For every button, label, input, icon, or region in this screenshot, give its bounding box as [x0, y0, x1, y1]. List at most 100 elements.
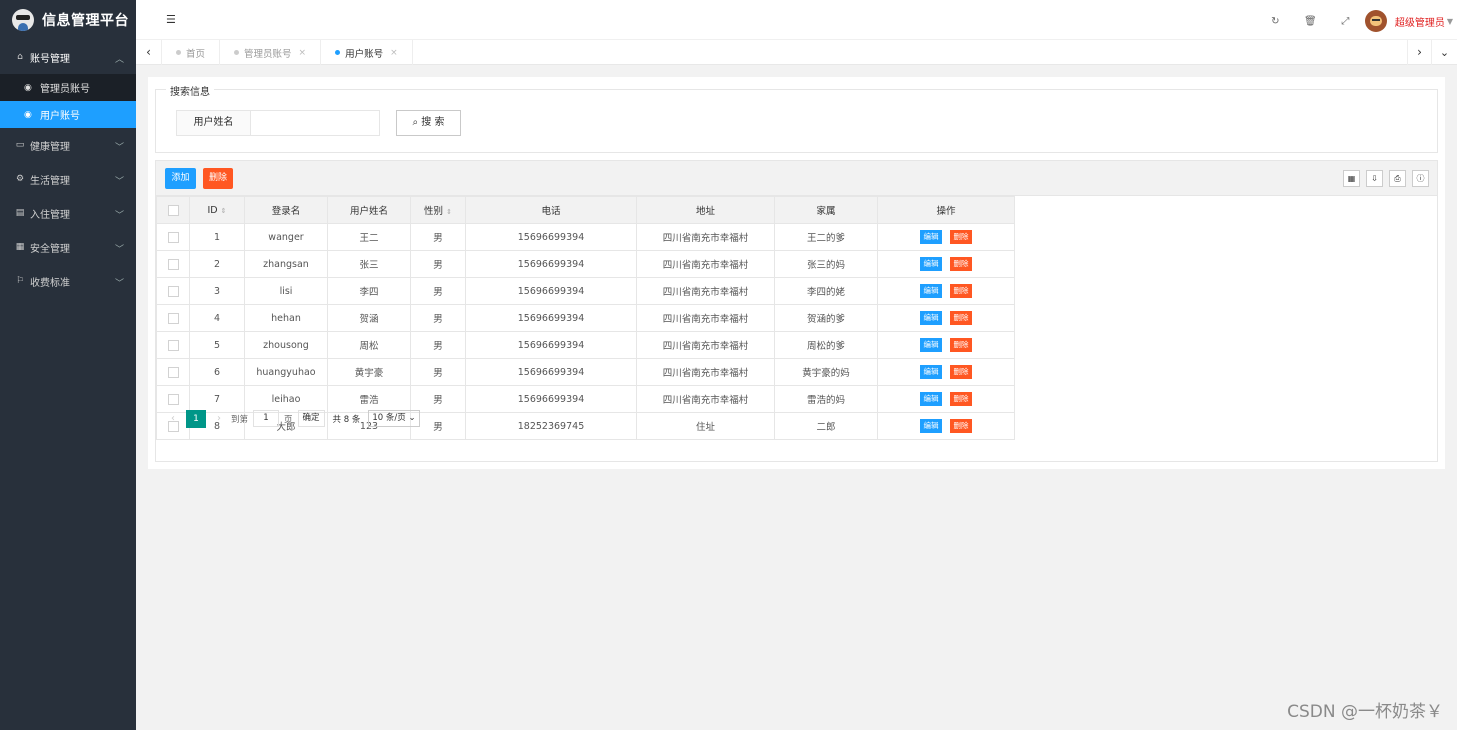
row-checkbox[interactable] [167, 312, 179, 324]
tabs-next-button[interactable]: › [1407, 40, 1431, 65]
delete-button[interactable]: 删除 [950, 365, 972, 379]
delete-button[interactable]: 删除 [950, 284, 972, 298]
sidebar-item-checkin[interactable]: ▤ 入住管理 ﹀ [0, 196, 136, 230]
table-row[interactable]: 6 huangyuhao 黄宇豪男 15696699394 四川省南充市幸福村 黄宇豪的妈… [156, 358, 1015, 386]
cell-id: 6 [189, 358, 245, 386]
cell-name: 黄宇豪 [327, 358, 411, 386]
cell-phone: 15696699394 [465, 223, 637, 251]
sort-icon[interactable]: ⇕ [221, 207, 227, 215]
pager-goto-input[interactable]: 1 [253, 410, 280, 427]
edit-button[interactable]: 编辑 [920, 311, 942, 325]
edit-button[interactable]: 编辑 [920, 257, 942, 271]
tab-user-account[interactable]: 用户账号 × [321, 40, 413, 65]
column-header-gender[interactable]: 性别 ⇕ [410, 196, 466, 224]
dashboard-icon: ◉ [24, 109, 32, 120]
cell-id: 2 [189, 250, 245, 278]
sidebar-item-life[interactable]: ⚙ 生活管理 ﹀ [0, 162, 136, 196]
cell-actions: 编辑 删除 [877, 304, 1015, 332]
sidebar-item-label: 收费标准 [30, 277, 70, 289]
dashboard-icon: ◉ [24, 82, 32, 93]
delete-button[interactable]: 删除 [950, 338, 972, 352]
sidebar-subitem-user-account[interactable]: ◉ 用户账号 [0, 101, 136, 128]
pager-next-icon[interactable]: › [212, 413, 226, 424]
fullscreen-icon[interactable]: ⤢ [1328, 16, 1363, 27]
add-button[interactable]: 添加 [165, 168, 196, 189]
close-icon[interactable]: × [299, 48, 307, 58]
edit-button[interactable]: 编辑 [920, 338, 942, 352]
user-name[interactable]: 超级管理员 [1395, 14, 1445, 29]
tab-dot [176, 50, 181, 55]
print-icon[interactable]: ⎙ [1389, 170, 1406, 187]
tabs-prev-button[interactable]: ‹ [136, 40, 162, 65]
close-icon[interactable]: × [390, 48, 398, 58]
cell-id: 5 [189, 331, 245, 359]
sidebar-item-fees[interactable]: ⚐ 收费标准 ﹀ [0, 264, 136, 298]
caret-down-icon[interactable]: ▼ [1447, 17, 1453, 26]
tabs-more-button[interactable]: ⌄ [1431, 40, 1457, 65]
table-row[interactable]: 5 zhousong 周松男 15696699394 四川省南充市幸福村 周松的爹 编辑 删除 [156, 331, 1015, 359]
cell-gender: 男 [410, 304, 466, 332]
tab-home[interactable]: 首页 [162, 40, 221, 65]
pager-confirm-button[interactable]: 确定 [297, 410, 325, 427]
info-icon[interactable]: ⓘ [1412, 170, 1429, 187]
sidebar-item-health[interactable]: ▭ 健康管理 ﹀ [0, 128, 136, 162]
delete-button[interactable]: 删除 [950, 311, 972, 325]
username-search-input[interactable] [250, 110, 380, 136]
sidebar-item-account[interactable]: ⌂ 账号管理 ︿ [0, 40, 136, 74]
cell-login: zhangsan [244, 250, 328, 278]
delete-button[interactable]: 删除 [950, 392, 972, 406]
cell-gender: 男 [410, 223, 466, 251]
cell-login: hehan [244, 304, 328, 332]
delete-button[interactable]: 删除 [950, 230, 972, 244]
edit-button[interactable]: 编辑 [920, 284, 942, 298]
row-select-cell [156, 250, 190, 278]
column-header-actions: 操作 [877, 196, 1015, 224]
edit-button[interactable]: 编辑 [920, 392, 942, 406]
row-checkbox[interactable] [167, 339, 179, 351]
search-button[interactable]: ⌕ 搜 索 [396, 110, 461, 136]
table-row[interactable]: 3 lisi 李四男 15696699394 四川省南充市幸福村 李四的姥 编辑 删除 [156, 277, 1015, 305]
table-row[interactable]: 4 hehan 贺涵男 15696699394 四川省南充市幸福村 贺涵的爹 编辑 删除 [156, 304, 1015, 332]
cell-name: 周松 [327, 331, 411, 359]
pager-size-select[interactable]: 10 条/页 ⌄ [368, 410, 420, 427]
cell-login: wanger [244, 223, 328, 251]
batch-delete-button[interactable]: 删除 [203, 168, 233, 189]
edit-button[interactable]: 编辑 [920, 365, 942, 379]
row-select-cell [156, 331, 190, 359]
cell-phone: 15696699394 [465, 250, 637, 278]
delete-button[interactable]: 删除 [950, 257, 972, 271]
cell-family: 张三的妈 [774, 250, 878, 278]
avatar[interactable] [1364, 10, 1387, 32]
trash-icon[interactable]: 🗑 [1293, 16, 1328, 27]
row-checkbox[interactable] [167, 258, 179, 270]
select-all-checkbox[interactable] [167, 204, 179, 216]
pager-prev-icon[interactable]: ‹ [166, 413, 180, 424]
column-header-id[interactable]: ID ⇕ [189, 196, 245, 224]
row-checkbox[interactable] [167, 285, 179, 297]
sidebar-subitem-admin-account[interactable]: ◉ 管理员账号 [0, 74, 136, 101]
row-checkbox[interactable] [167, 393, 179, 405]
menu-toggle-icon[interactable]: ☰ [166, 13, 176, 26]
pager-current-page[interactable]: 1 [186, 409, 206, 428]
pager-size-value: 10 条/页 [372, 413, 406, 423]
sidebar-item-label: 生活管理 [30, 175, 70, 187]
sort-icon[interactable]: ⇕ [446, 208, 452, 216]
refresh-icon[interactable]: ↻ [1258, 16, 1293, 27]
file-icon: ▤ [15, 208, 25, 218]
sidebar-item-security[interactable]: ▦ 安全管理 ﹀ [0, 230, 136, 264]
cell-family: 黄宇豪的妈 [774, 358, 878, 386]
table-row[interactable]: 2 zhangsan 张三男 15696699394 四川省南充市幸福村 张三的妈 编辑 删除 [156, 250, 1015, 278]
export-icon[interactable]: ⇩ [1366, 170, 1383, 187]
row-checkbox[interactable] [167, 366, 179, 378]
column-header-phone: 电话 [465, 196, 637, 224]
app-logo[interactable]: 信息管理平台 [0, 0, 136, 40]
chevron-down-icon: ﹀ [114, 177, 124, 187]
table-row[interactable]: 1 wanger 王二男 15696699394 四川省南充市幸福村 王二的爹 编辑 删除 [156, 223, 1015, 251]
cell-address: 四川省南充市幸福村 [636, 277, 775, 305]
tab-label: 首页 [186, 48, 206, 60]
columns-filter-icon[interactable]: ▦ [1343, 170, 1360, 187]
tab-admin-account[interactable]: 管理员账号 × [220, 40, 322, 65]
sidebar-submenu-account: ◉ 管理员账号 ◉ 用户账号 [0, 74, 136, 128]
edit-button[interactable]: 编辑 [920, 230, 942, 244]
row-checkbox[interactable] [167, 231, 179, 243]
